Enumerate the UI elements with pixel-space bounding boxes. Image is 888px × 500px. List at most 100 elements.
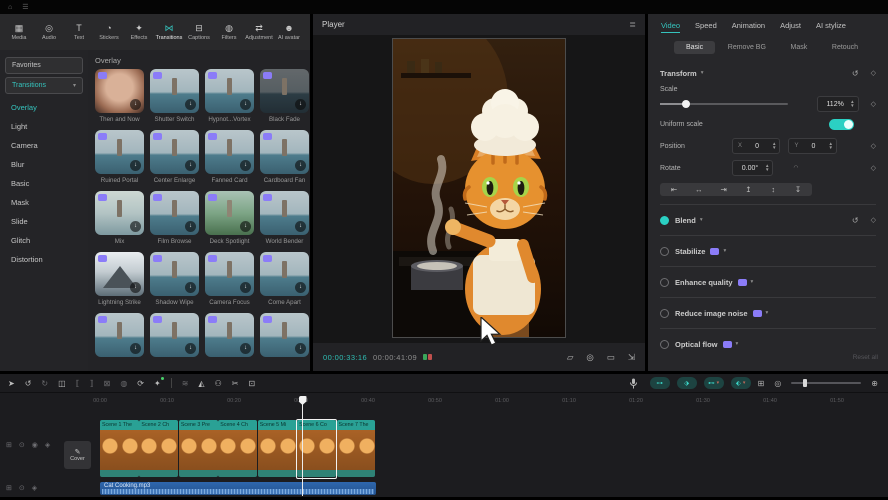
inspector-subtab[interactable]: Basic xyxy=(674,41,715,54)
download-icon[interactable]: ↓ xyxy=(130,282,141,293)
reset-icon[interactable]: ↺ xyxy=(852,216,859,225)
track-header-icon[interactable]: ◉ xyxy=(32,441,38,449)
transition-item[interactable]: ↓ Then and Now xyxy=(95,69,144,123)
timeline-toggle-pill[interactable]: ⊶ xyxy=(650,377,670,389)
scale-slider[interactable] xyxy=(660,103,788,105)
transition-item[interactable]: ↓ xyxy=(95,313,144,360)
alignment-icon[interactable]: ↧ xyxy=(787,185,809,194)
sidebar-category[interactable]: Light xyxy=(0,117,88,136)
video-clip[interactable]: Scene 4 Ch xyxy=(218,420,257,477)
video-clip[interactable]: Scene 2 Ch xyxy=(139,420,178,477)
alignment-icon[interactable]: ↕ xyxy=(762,185,784,194)
download-icon[interactable]: ↓ xyxy=(185,221,196,232)
transition-thumbnail[interactable]: ↓ xyxy=(260,252,309,296)
position-y-stepper[interactable]: Y 0 ▲▼ xyxy=(788,138,836,154)
uniform-scale-toggle[interactable] xyxy=(829,119,854,130)
transition-item[interactable]: ↓ xyxy=(260,313,309,360)
download-icon[interactable]: ↓ xyxy=(130,343,141,354)
clip-thumbnails[interactable] xyxy=(139,430,178,470)
transition-item[interactable]: ↓ Deck Spotlight xyxy=(205,191,254,245)
window-menu-icon[interactable]: ☰ xyxy=(22,3,28,11)
keyframe-icon[interactable]: ◇ xyxy=(871,69,876,77)
chevron-icon[interactable]: ▾ xyxy=(766,310,769,316)
top-tab[interactable]: ⊟ Captions xyxy=(184,23,214,41)
download-icon[interactable]: ↓ xyxy=(130,160,141,171)
track-header-icon[interactable]: ◈ xyxy=(32,484,37,492)
timeline-right-icon[interactable]: ◎ xyxy=(774,379,781,388)
transition-item[interactable]: ↓ Come Apart xyxy=(260,252,309,306)
timeline-tool-icon[interactable] xyxy=(171,378,172,388)
clip-thumbnails[interactable] xyxy=(100,430,139,470)
download-icon[interactable]: ↓ xyxy=(295,282,306,293)
transition-item[interactable]: ↓ Mix xyxy=(95,191,144,245)
timeline-tool-icon[interactable]: ⊡ xyxy=(248,379,255,388)
zoom-in-icon[interactable]: ⊕ xyxy=(871,379,878,388)
video-clip[interactable]: Scene 1 The xyxy=(100,420,139,477)
transition-thumbnail[interactable]: ↓ xyxy=(205,313,254,357)
transition-thumbnail[interactable]: ↓ xyxy=(150,252,199,296)
window-menu-icon[interactable]: ⌂ xyxy=(8,4,12,11)
feature-checkbox[interactable] xyxy=(660,309,669,318)
timeline-tool-icon[interactable]: ◍ xyxy=(120,379,127,388)
transition-thumbnail[interactable]: ↓ xyxy=(150,191,199,235)
feature-checkbox[interactable] xyxy=(660,278,669,287)
chevron-icon[interactable]: ▾ xyxy=(751,279,754,285)
top-tab[interactable]: ▦ Media xyxy=(4,23,34,41)
transition-thumbnail[interactable]: ↓ xyxy=(150,130,199,174)
player-control-icon[interactable]: ◎ xyxy=(586,352,593,363)
reset-all-button[interactable]: Reset all xyxy=(853,354,878,361)
track-header-icon[interactable]: ⊙ xyxy=(19,484,25,492)
rotate-stepper[interactable]: 0.00° ▲▼ xyxy=(732,160,773,176)
blend-checkbox[interactable] xyxy=(660,216,669,225)
clip-thumbnails[interactable] xyxy=(179,430,218,470)
transition-item[interactable]: ↓ Fanned Card xyxy=(205,130,254,184)
track-header-icon[interactable]: ⊙ xyxy=(19,441,25,449)
transition-item[interactable]: ↓ Cardboard Fan xyxy=(260,130,309,184)
download-icon[interactable]: ↓ xyxy=(295,99,306,110)
sidebar-category[interactable]: Distortion xyxy=(0,250,88,269)
transition-item[interactable]: ↓ World Bender xyxy=(260,191,309,245)
alignment-icon[interactable]: ⇤ xyxy=(663,185,685,194)
download-icon[interactable]: ↓ xyxy=(240,221,251,232)
transition-item[interactable]: ↓ Lightning Strike xyxy=(95,252,144,306)
keyframe-icon[interactable]: ◇ xyxy=(871,216,876,224)
timeline-toggle-pill[interactable]: ⬖ xyxy=(731,377,751,389)
track-header-icon[interactable]: ⊞ xyxy=(6,441,12,449)
player-control-icon[interactable]: ⇲ xyxy=(628,352,635,363)
transition-thumbnail[interactable]: ↓ xyxy=(95,191,144,235)
download-icon[interactable]: ↓ xyxy=(240,282,251,293)
download-icon[interactable]: ↓ xyxy=(130,221,141,232)
sidebar-category[interactable]: Mask xyxy=(0,193,88,212)
chevron-icon[interactable]: ▾ xyxy=(736,341,739,347)
video-clip[interactable]: Scene 7 The xyxy=(337,420,376,477)
download-icon[interactable]: ↓ xyxy=(295,160,306,171)
chevron-icon[interactable]: ▾ xyxy=(700,217,703,223)
top-tab[interactable]: ⋈ Transitions xyxy=(154,23,184,41)
keyframe-icon[interactable]: ◇ xyxy=(871,142,876,150)
clip-thumbnails[interactable] xyxy=(258,430,297,470)
transition-item[interactable]: ↓ Shutter Switch xyxy=(150,69,199,123)
transition-thumbnail[interactable]: ↓ xyxy=(150,69,199,113)
timeline-zoom-slider[interactable] xyxy=(791,382,861,384)
transition-thumbnail[interactable]: ↓ xyxy=(205,69,254,113)
feature-checkbox[interactable] xyxy=(660,247,669,256)
download-icon[interactable]: ↓ xyxy=(185,282,196,293)
transition-thumbnail[interactable]: ↓ xyxy=(205,191,254,235)
timeline-tracks-area[interactable]: 00:0000:1000:2000:3000:4000:5001:0001:10… xyxy=(0,393,888,496)
inspector-tab[interactable]: Speed xyxy=(695,21,717,33)
clip-thumbnails[interactable] xyxy=(218,430,257,470)
inspector-tab[interactable]: AI stylize xyxy=(816,21,846,33)
timeline-tool-icon[interactable]: ↺ xyxy=(25,379,32,388)
position-x-stepper[interactable]: X 0 ▲▼ xyxy=(732,138,780,154)
slider-knob[interactable] xyxy=(682,100,690,108)
reset-icon[interactable]: ↺ xyxy=(852,69,859,78)
timeline-tool-icon[interactable]: ⟧ xyxy=(90,379,94,388)
transition-item[interactable]: ↓ xyxy=(205,313,254,360)
transition-thumbnail[interactable]: ↓ xyxy=(260,69,309,113)
top-tab[interactable]: ✦ Effects xyxy=(124,23,154,41)
inspector-tab[interactable]: Video xyxy=(661,21,680,33)
transition-thumbnail[interactable]: ↓ xyxy=(150,313,199,357)
download-icon[interactable]: ↓ xyxy=(185,160,196,171)
top-tab[interactable]: ☻ AI avatar xyxy=(274,23,304,41)
inspector-tab[interactable]: Adjust xyxy=(780,21,801,33)
